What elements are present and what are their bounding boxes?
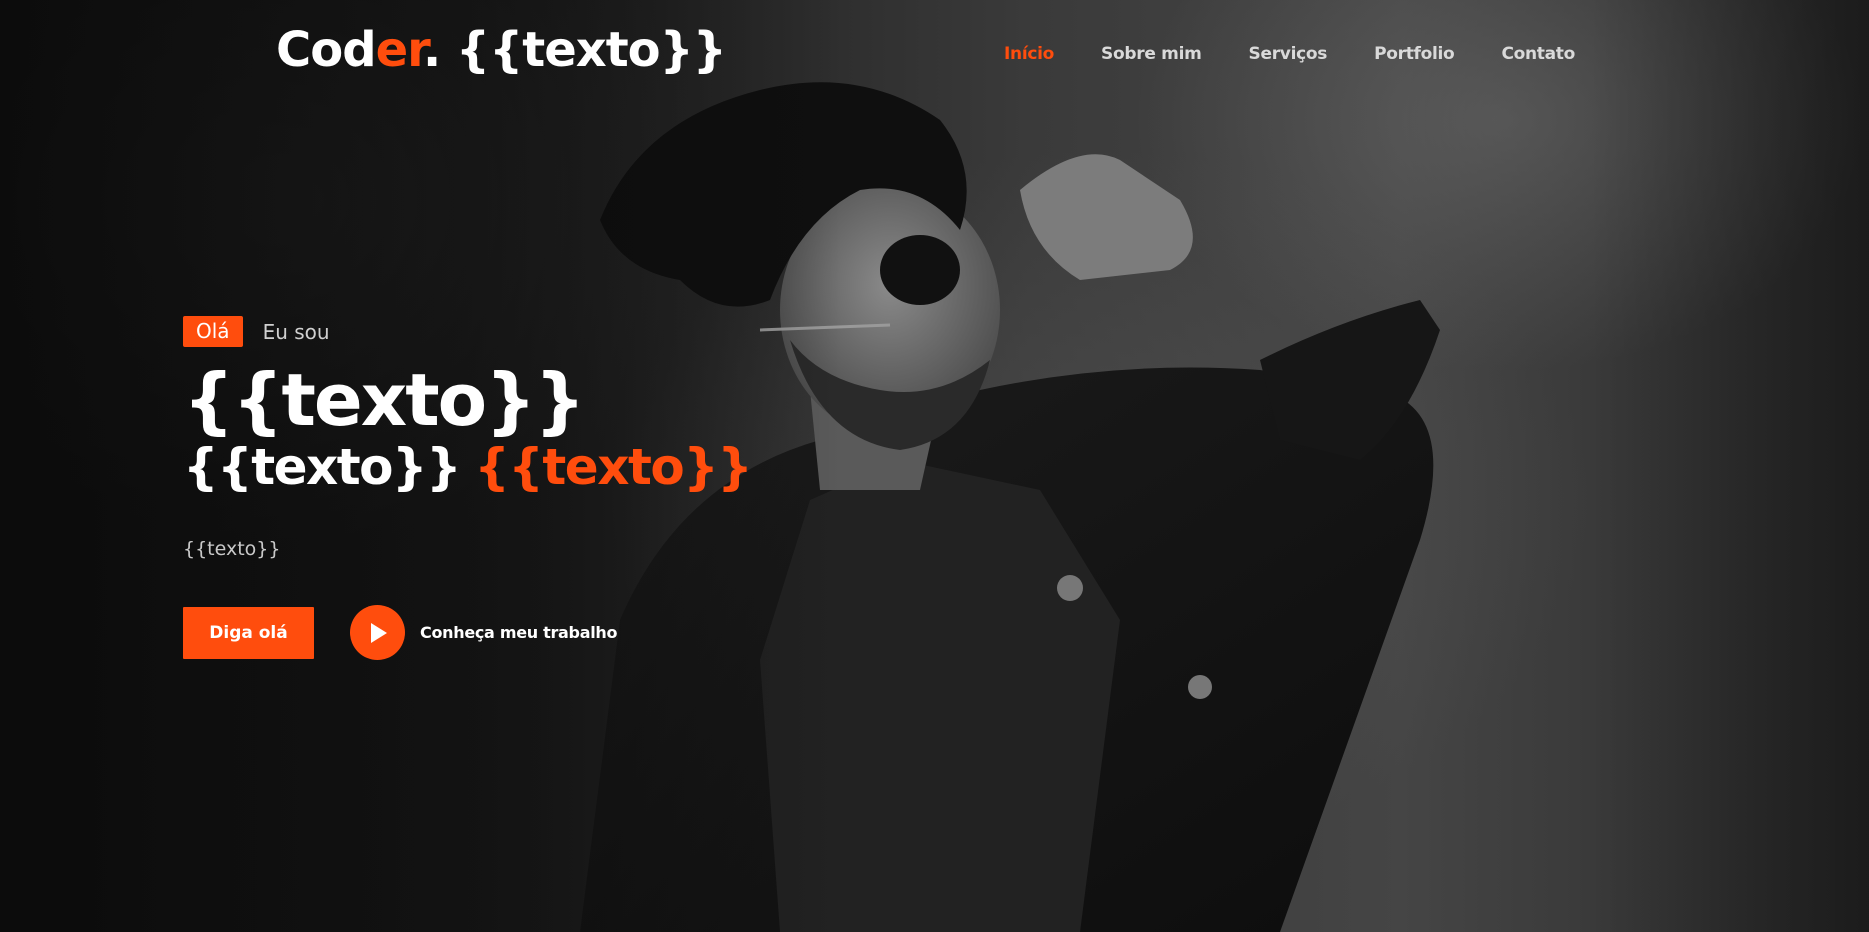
greeting-row: Olá Eu sou	[183, 316, 330, 347]
logo-template: {{texto}}	[455, 22, 727, 78]
greeting-badge: Olá	[183, 316, 243, 347]
hero-description: {{texto}}	[183, 538, 281, 560]
hero-name: {{texto}}	[183, 358, 586, 442]
hero-role-white: {{texto}}	[183, 438, 462, 496]
nav-item-contato[interactable]: Contato	[1501, 44, 1575, 64]
play-icon	[370, 622, 387, 643]
watch-work-label: Conheça meu trabalho	[420, 623, 618, 642]
logo-dot: .	[422, 22, 441, 78]
page: Coder. {{texto}} Início Sobre mim Serviç…	[0, 0, 1869, 932]
hero-role: {{texto}} {{texto}}	[183, 438, 753, 496]
main-nav: Início Sobre mim Serviços Portfolio Cont…	[1004, 44, 1622, 64]
nav-item-portfolio[interactable]: Portfolio	[1374, 44, 1455, 64]
say-hello-button[interactable]: Diga olá	[183, 606, 314, 659]
watch-work-link[interactable]: Conheça meu trabalho	[350, 605, 617, 660]
nav-item-servicos[interactable]: Serviços	[1249, 44, 1328, 64]
nav-item-inicio[interactable]: Início	[1004, 44, 1054, 64]
logo-main: Cod	[276, 22, 377, 78]
site-logo[interactable]: Coder. {{texto}}	[276, 22, 727, 78]
logo-accent: er	[375, 22, 424, 78]
hero-photo	[560, 60, 1740, 932]
play-button[interactable]	[350, 605, 405, 660]
greeting-intro: Eu sou	[262, 319, 330, 344]
hero-role-accent: {{texto}}	[474, 438, 753, 496]
nav-item-sobre-mim[interactable]: Sobre mim	[1101, 44, 1202, 64]
cta-row: Diga olá Conheça meu trabalho	[183, 605, 617, 660]
